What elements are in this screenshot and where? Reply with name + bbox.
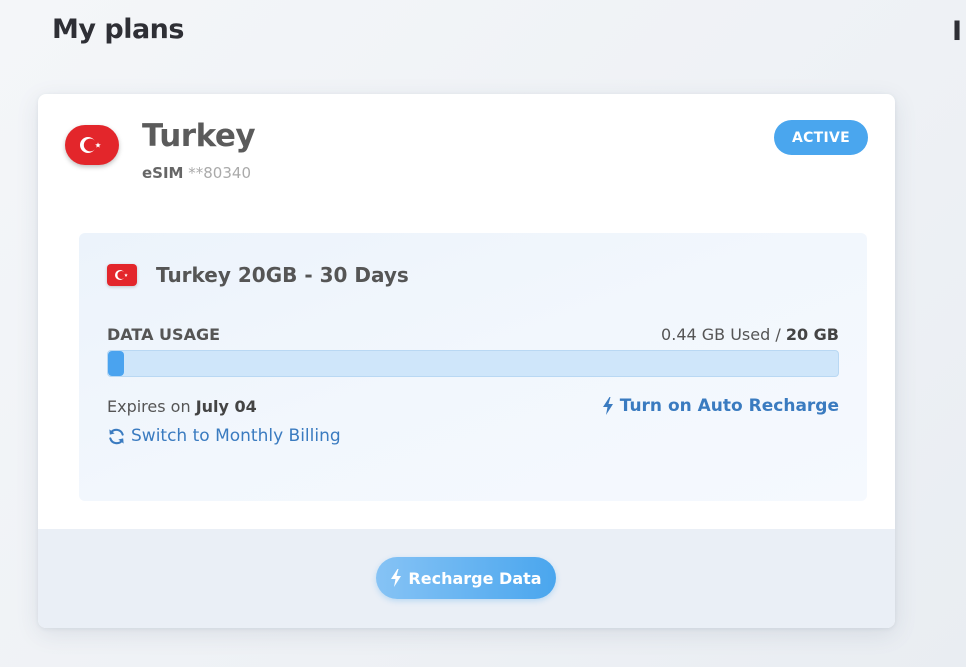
auto-recharge-link[interactable]: Turn on Auto Recharge [602, 396, 839, 416]
data-total: 20 GB [785, 325, 839, 344]
auto-recharge-label: Turn on Auto Recharge [619, 396, 839, 416]
lightning-icon [390, 569, 402, 587]
esim-label: eSIM [142, 164, 184, 182]
expires-date: July 04 [195, 397, 257, 416]
status-badge: ACTIVE [774, 120, 868, 155]
lightning-icon [602, 397, 614, 415]
esim-number: **80340 [188, 164, 251, 182]
refresh-icon [107, 427, 126, 446]
data-used: 0.44 GB Used [661, 325, 771, 344]
data-usage-values: 0.44 GB Used / 20 GB [661, 325, 839, 344]
monthly-billing-link[interactable]: Switch to Monthly Billing [107, 426, 341, 446]
page-title: My plans [52, 14, 184, 45]
card-footer: Recharge Data [38, 529, 895, 628]
esim-identifier: eSIM **80340 [142, 164, 251, 182]
data-usage-label: DATA USAGE [107, 325, 221, 344]
plan-card: Turkey eSIM **80340 ACTIVE Turkey 20GB -… [38, 94, 895, 628]
data-usage-progress-bar [107, 350, 839, 377]
data-separator: / [770, 325, 786, 344]
turkey-flag-icon [107, 264, 137, 286]
data-usage-progress-fill [108, 351, 125, 376]
plan-name: Turkey 20GB - 30 Days [156, 263, 409, 287]
plan-details-panel: Turkey 20GB - 30 Days DATA USAGE 0.44 GB… [79, 233, 867, 501]
monthly-billing-label: Switch to Monthly Billing [131, 426, 341, 446]
turkey-flag-icon [65, 125, 119, 165]
cut-off-header-text: I [952, 16, 963, 47]
recharge-data-button[interactable]: Recharge Data [376, 557, 556, 599]
country-name: Turkey [142, 118, 256, 154]
expires-prefix: Expires on [107, 397, 196, 416]
recharge-data-label: Recharge Data [408, 568, 542, 588]
expiry-info: Expires on July 04 [107, 397, 257, 416]
